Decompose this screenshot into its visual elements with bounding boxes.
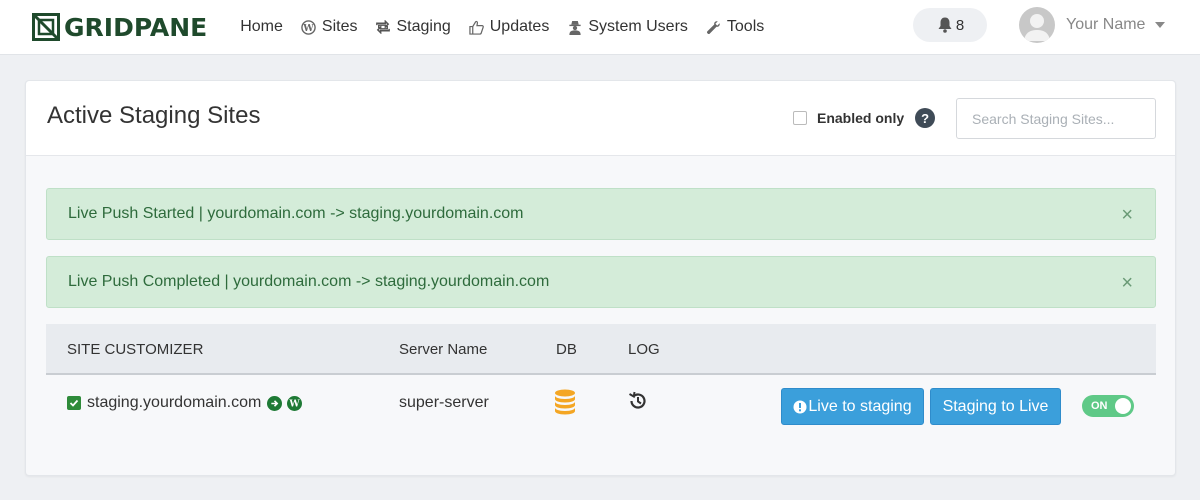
nav-item-label: Home [240, 18, 283, 35]
nav-item-label: Sites [321, 18, 358, 35]
close-icon[interactable]: × [1121, 273, 1133, 293]
arrow-circle-right-icon[interactable] [267, 395, 283, 411]
nav-item-system-users[interactable]: System Users [567, 18, 688, 36]
column-header-log: LOG [628, 341, 660, 358]
gridpane-logo-icon [32, 13, 60, 41]
gridpane-logo[interactable]: GRIDPANE [32, 13, 207, 42]
enabled-only-checkbox[interactable] [793, 111, 807, 125]
alert-live-push-completed: Live Push Completed | yourdomain.com -> … [46, 256, 1156, 308]
user-secret-icon [567, 19, 583, 35]
notification-count: 8 [955, 16, 965, 34]
alert-text: Live Push Completed | yourdomain.com -> … [68, 273, 550, 290]
database-icon[interactable] [554, 389, 576, 420]
nav-item-staging[interactable]: Staging [375, 18, 451, 36]
user-name: Your Name [1066, 16, 1146, 33]
brand-name: GRIDPANE [64, 12, 208, 42]
user-menu[interactable]: Your Name [1019, 7, 1166, 43]
nav-item-label: Staging [396, 18, 451, 35]
retweet-icon [375, 19, 391, 35]
history-icon[interactable] [628, 391, 648, 416]
alert-text: Live Push Started | yourdomain.com -> st… [68, 205, 524, 222]
nav-item-tools[interactable]: Tools [706, 18, 764, 36]
nav-item-updates[interactable]: Updates [469, 18, 550, 36]
nav-item-label: Updates [489, 18, 550, 35]
enabled-only-label: Enabled only [817, 110, 905, 126]
server-name: super-server [399, 394, 489, 411]
page-title: Active Staging Sites [47, 102, 261, 129]
thumbs-up-icon [469, 19, 485, 35]
wordpress-icon: W [301, 19, 317, 35]
help-icon[interactable]: ? [915, 108, 936, 128]
search-input[interactable] [956, 98, 1156, 139]
column-header-db: DB [556, 341, 577, 358]
button-label: Staging to Live [942, 397, 1049, 415]
nav-item-home[interactable]: Home [240, 18, 283, 36]
svg-text:W: W [303, 22, 315, 33]
close-icon[interactable]: × [1121, 205, 1133, 225]
top-navbar: GRIDPANE Home W Sites Staging Updates Sy… [0, 0, 1200, 55]
staging-to-live-button[interactable]: Staging to Live [930, 388, 1061, 425]
alert-live-push-started: Live Push Started | yourdomain.com -> st… [46, 188, 1156, 240]
check-square-icon [67, 396, 81, 410]
column-header-site: SITE CUSTOMIZER [67, 341, 204, 358]
caret-down-icon [1155, 22, 1166, 28]
enabled-only-filter: Enabled only ? [793, 108, 936, 128]
help-icon-label: ? [921, 110, 930, 126]
wrench-icon [706, 19, 722, 35]
svg-text:W: W [289, 398, 300, 408]
table-header: SITE CUSTOMIZER Server Name DB LOG [46, 324, 1156, 375]
staging-sites-panel: Active Staging Sites Enabled only ? Live… [25, 80, 1176, 476]
nav-item-label: Tools [726, 18, 765, 35]
avatar [1019, 7, 1055, 43]
panel-header: Active Staging Sites Enabled only ? [26, 81, 1175, 156]
toggle-knob [1115, 398, 1131, 414]
live-to-staging-button[interactable]: Live to staging [781, 388, 924, 425]
main-nav: Home W Sites Staging Updates System User… [240, 18, 782, 36]
notifications-button[interactable]: 8 [913, 8, 987, 42]
table-row: staging.yourdomain.com W super-server Li… [46, 375, 1156, 435]
toggle-label: ON [1091, 400, 1108, 412]
nav-item-sites[interactable]: W Sites [301, 18, 358, 36]
site-enabled-toggle[interactable]: ON [1082, 395, 1134, 417]
site-domain-link[interactable]: staging.yourdomain.com [87, 394, 261, 412]
column-header-server: Server Name [399, 341, 488, 358]
bell-icon [938, 17, 952, 33]
wordpress-icon[interactable]: W [287, 395, 303, 411]
site-cell: staging.yourdomain.com W [67, 394, 303, 412]
nav-item-label: System Users [588, 18, 688, 35]
button-label: Live to staging [808, 397, 912, 415]
exclamation-circle-icon [793, 400, 807, 413]
